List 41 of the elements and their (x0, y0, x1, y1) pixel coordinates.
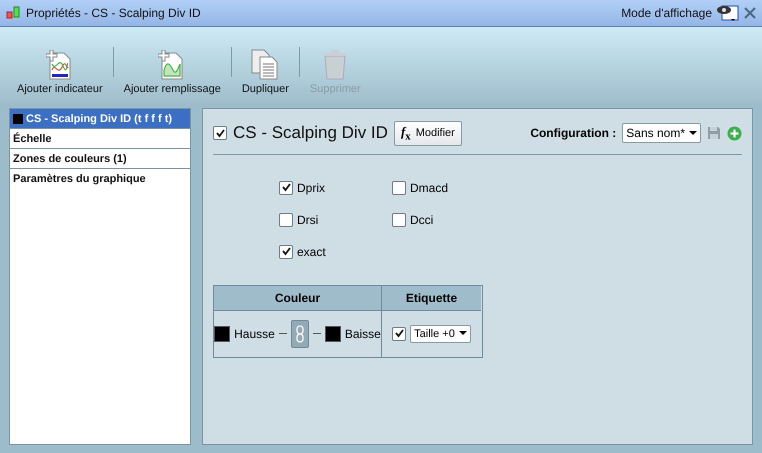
option-checkbox[interactable]: Dmacd (392, 180, 505, 196)
sidebar-item-label: Zones de couleurs (1) (13, 152, 127, 164)
caret-icon (458, 331, 467, 336)
add-icon[interactable] (727, 126, 742, 141)
up-label: Hausse (234, 326, 275, 341)
configuration-dropdown[interactable]: Sans nom* (622, 123, 701, 144)
close-icon[interactable] (744, 7, 756, 19)
option-checkbox[interactable]: Dcci (392, 212, 505, 228)
eye-icon[interactable] (716, 4, 740, 22)
option-checkbox[interactable]: exact (279, 244, 392, 260)
configuration-label: Configuration : (530, 126, 616, 140)
color-swatch[interactable] (324, 326, 341, 342)
modify-button[interactable]: f$_{x}$ Modifier (394, 121, 462, 146)
check-icon (282, 247, 290, 256)
toolbar-button[interactable]: Dupliquer (234, 49, 296, 95)
down-label: Baisse (344, 326, 381, 341)
sidebar-item[interactable]: CS - Scalping Div ID (t f f f t) (10, 109, 190, 129)
color-swatch[interactable] (214, 326, 230, 342)
link-button[interactable] (290, 320, 309, 348)
toolbar-button[interactable]: Ajouter indicateur (10, 50, 110, 95)
sidebar-item-label: Paramètres du graphique (13, 172, 146, 184)
column-header: Etiquette (382, 286, 481, 311)
sidebar-item-label: CS - Scalping Div ID (t f f f t) (26, 112, 172, 124)
sidebar-item[interactable]: Échelle (10, 129, 190, 149)
column-header: Couleur (214, 286, 382, 311)
check-icon (282, 183, 290, 192)
caret-icon (689, 130, 697, 136)
checkbox[interactable] (392, 326, 406, 341)
checkbox[interactable] (213, 126, 227, 140)
trash-icon (323, 49, 348, 80)
option-checkbox[interactable]: Drsi (279, 212, 392, 228)
copy-icon (250, 49, 280, 80)
option-checkbox[interactable]: Dprix (279, 180, 392, 196)
candlestick-icon (6, 5, 22, 21)
function-icon: f$_{x}$ (400, 124, 411, 143)
indicator-title: CS - Scalping Div ID (233, 123, 388, 144)
sidebar-item-label: Échelle (13, 132, 52, 144)
window-title: Propriétés - CS - Scalping Div ID (26, 6, 202, 20)
toolbar-button[interactable]: Ajouter remplissage (116, 50, 228, 95)
display-mode-label: Mode d'affichage (621, 6, 712, 20)
size-dropdown[interactable]: Taille +0 (410, 324, 471, 343)
